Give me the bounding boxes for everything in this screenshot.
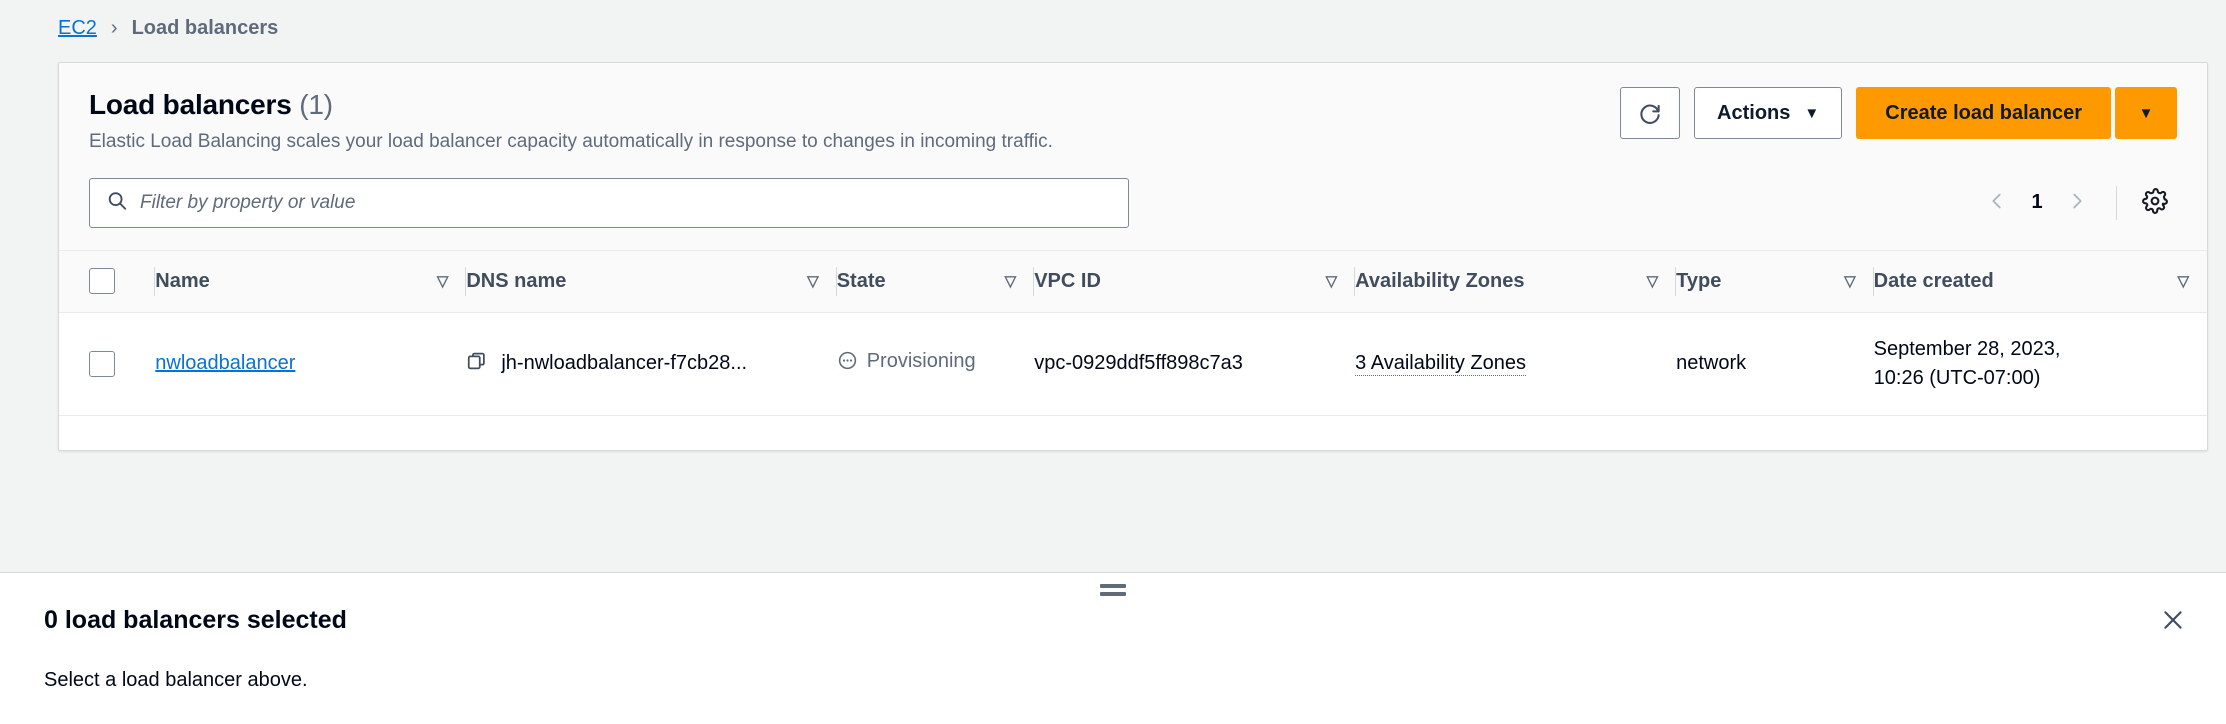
card-title-row: Load balancers (1) Elastic Load Balancin… <box>89 87 2177 156</box>
availability-zones-popover-trigger[interactable]: 3 Availability Zones <box>1355 352 1527 377</box>
row-dns-name-cell: jh-nwloadbalancer-f7cb28... <box>466 312 836 415</box>
drag-handle-icon[interactable] <box>1100 584 1126 600</box>
row-date-created-cell: September 28, 2023, 10:26 (UTC-07:00) <box>1874 312 2207 415</box>
create-load-balancer-group: Create load balancer ▼ <box>1856 87 2177 139</box>
select-all-checkbox[interactable] <box>89 268 115 295</box>
chevron-right-icon <box>2066 190 2088 215</box>
sort-icon[interactable]: ▽ <box>1844 274 1856 289</box>
search-input[interactable] <box>89 177 1129 228</box>
pagination: 1 <box>1974 180 2177 226</box>
column-label-availability-zones: Availability Zones <box>1355 269 1525 292</box>
row-vpc-id-cell: vpc-0929ddf5ff898c7a3 <box>1034 352 1243 375</box>
pagination-next-button[interactable] <box>2054 180 2100 226</box>
page-title: Load balancers (1) <box>89 89 1053 121</box>
table-header-dns-name[interactable]: DNS name ▽ <box>466 250 837 312</box>
sort-icon[interactable]: ▽ <box>437 274 449 289</box>
card-actions-toolbar: Actions ▼ Create load balancer ▼ <box>1620 87 2177 139</box>
close-icon[interactable] <box>2154 601 2192 639</box>
search-input-wrapper <box>89 177 1129 228</box>
sort-icon[interactable]: ▽ <box>1005 274 1017 289</box>
create-load-balancer-dropdown-button[interactable]: ▼ <box>2115 87 2177 139</box>
column-label-vpc-id: VPC ID <box>1034 269 1101 292</box>
breadcrumb-current-load-balancers: Load balancers <box>131 16 279 39</box>
row-select-cell <box>59 312 155 415</box>
chevron-down-icon: ▼ <box>2138 104 2154 122</box>
column-label-state: State <box>836 269 886 292</box>
column-label-dns-name: DNS name <box>466 269 567 292</box>
row-checkbox[interactable] <box>89 350 115 377</box>
split-panel: 0 load balancers selected Select a load … <box>0 572 2226 724</box>
gear-icon <box>2142 188 2168 217</box>
filter-row: 1 <box>89 156 2177 250</box>
table-row[interactable]: nwloadbalancer jh-nwloadbalancer-f7cb28.… <box>59 312 2207 416</box>
table-preferences-button[interactable] <box>2133 181 2177 225</box>
row-name-cell: nwloadbalancer <box>155 312 466 415</box>
pagination-prev-button[interactable] <box>1974 180 2020 226</box>
split-panel-title: 0 load balancers selected <box>44 605 347 634</box>
create-load-balancer-button[interactable]: Create load balancer <box>1856 87 2111 139</box>
load-balancers-card: Load balancers (1) Elastic Load Balancin… <box>58 62 2208 451</box>
chevron-left-icon <box>1986 190 2008 215</box>
table-header-select-all <box>59 250 156 312</box>
column-label-type: Type <box>1676 269 1722 292</box>
pagination-page-1[interactable]: 1 <box>2020 191 2054 214</box>
sort-icon[interactable]: ▽ <box>807 274 819 289</box>
page-title-text: Load balancers <box>89 89 292 120</box>
pagination-divider <box>2116 185 2117 220</box>
actions-button[interactable]: Actions ▼ <box>1694 87 1843 139</box>
card-title-block: Load balancers (1) Elastic Load Balancin… <box>89 87 1053 156</box>
date-created-line-2: 10:26 (UTC-07:00) <box>1873 366 2041 389</box>
table-header-vpc-id[interactable]: VPC ID ▽ <box>1034 250 1356 312</box>
copy-icon[interactable] <box>466 350 488 378</box>
row-state-cell: Provisioning <box>837 312 1035 415</box>
breadcrumb-link-ec2[interactable]: EC2 <box>58 17 97 40</box>
card-description: Elastic Load Balancing scales your load … <box>89 131 1053 152</box>
table-head: Name ▽ DNS name ▽ State ▽ VPC ID ▽ Avail… <box>59 250 2207 313</box>
row-availability-zones-cell: 3 Availability Zones <box>1355 312 1676 415</box>
column-label-date-created: Date created <box>1873 269 1994 292</box>
table-header-name[interactable]: Name ▽ <box>155 250 467 312</box>
sort-icon[interactable]: ▽ <box>1326 274 1338 289</box>
table-body: nwloadbalancer jh-nwloadbalancer-f7cb28.… <box>59 312 2207 416</box>
table-header-state[interactable]: State ▽ <box>837 250 1035 312</box>
breadcrumb-separator-icon: › <box>110 17 118 39</box>
column-label-name: Name <box>155 269 210 292</box>
dns-name-text: jh-nwloadbalancer-f7cb28... <box>501 352 748 375</box>
split-panel-body: Select a load balancer above. <box>44 669 308 691</box>
card-header: Load balancers (1) Elastic Load Balancin… <box>59 63 2207 250</box>
pending-icon <box>837 350 858 379</box>
refresh-icon <box>1637 100 1663 126</box>
load-balancer-name-link[interactable]: nwloadbalancer <box>155 352 295 374</box>
sort-icon[interactable]: ▽ <box>1647 274 1659 289</box>
row-type-cell: network <box>1676 352 1747 375</box>
actions-button-label: Actions <box>1717 101 1791 124</box>
table-footer <box>59 415 2207 450</box>
table-header-type[interactable]: Type ▽ <box>1676 250 1874 312</box>
table-header-row: Name ▽ DNS name ▽ State ▽ VPC ID ▽ Avail… <box>59 250 2207 313</box>
load-balancers-table: Name ▽ DNS name ▽ State ▽ VPC ID ▽ Avail… <box>59 250 2207 416</box>
refresh-button[interactable] <box>1620 87 1681 139</box>
table-header-date-created[interactable]: Date created ▽ <box>1874 250 2207 312</box>
chevron-down-icon: ▼ <box>1804 104 1820 122</box>
breadcrumb: EC2 › Load balancers <box>0 0 2226 56</box>
split-panel-header: 0 load balancers selected <box>0 573 2226 639</box>
status-badge: Provisioning <box>866 350 976 373</box>
sort-icon[interactable]: ▽ <box>2177 274 2189 289</box>
date-created-line-1: September 28, 2023, <box>1873 337 2061 360</box>
table-header-availability-zones[interactable]: Availability Zones ▽ <box>1355 250 1677 312</box>
page-title-count: (1) <box>299 89 333 120</box>
